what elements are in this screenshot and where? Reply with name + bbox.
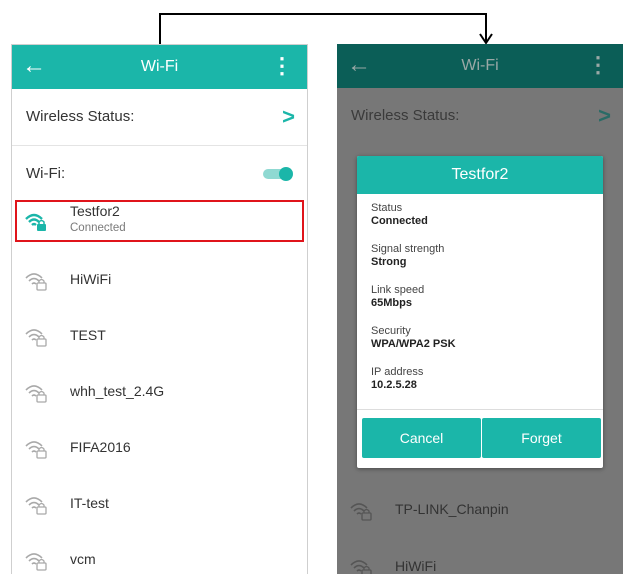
signal-info: Signal strength Strong: [371, 243, 444, 269]
wifi-locked-icon: [25, 385, 47, 403]
wifi-locked-icon: [25, 497, 47, 515]
selected-network-highlight: [15, 200, 304, 242]
network-item-whh-test[interactable]: whh_test_2.4G: [12, 363, 307, 419]
network-name: whh_test_2.4G: [70, 383, 165, 399]
status-value: Connected: [371, 215, 428, 227]
right-phone-screen: ← Wi-Fi ⋮ Wireless Status: > Testfor2 St…: [337, 44, 623, 574]
network-item-vcm[interactable]: vcm: [12, 531, 307, 574]
network-name: vcm: [70, 551, 96, 567]
signal-value: Strong: [371, 256, 407, 268]
security-value: WPA/WPA2 PSK: [371, 338, 456, 350]
app-bar: ← Wi-Fi ⋮: [337, 44, 623, 88]
ip-label: IP address: [371, 366, 424, 378]
status-label: Status: [371, 202, 403, 214]
page-title: Wi-Fi: [140, 58, 179, 75]
speed-value: 65Mbps: [371, 297, 412, 309]
forget-button[interactable]: Forget: [482, 418, 601, 458]
cancel-button[interactable]: Cancel: [362, 418, 481, 458]
security-label: Security: [371, 325, 411, 337]
status-info: Status Connected: [371, 202, 428, 228]
wifi-locked-icon: [350, 503, 372, 521]
network-item-hiwifi[interactable]: HiWiFi: [12, 251, 307, 307]
security-info: Security WPA/WPA2 PSK: [371, 325, 456, 351]
wifi-toggle-switch[interactable]: [263, 167, 293, 181]
wifi-locked-icon: [25, 273, 47, 291]
wifi-locked-icon: [350, 560, 372, 574]
page-title: Wi-Fi: [461, 57, 499, 74]
network-details-dialog: Testfor2 Status Connected Signal strengt…: [357, 156, 603, 468]
network-item-test[interactable]: TEST: [12, 307, 307, 363]
ip-value: 10.2.5.28: [371, 379, 417, 391]
more-menu-icon: ⋮: [587, 52, 609, 77]
wireless-status-label: Wireless Status:: [351, 107, 460, 124]
speed-label: Link speed: [371, 284, 425, 296]
wifi-locked-icon: [25, 329, 47, 347]
chevron-right-icon: >: [282, 104, 295, 129]
divider: [357, 409, 603, 410]
wireless-status-row[interactable]: Wireless Status: >: [12, 89, 307, 146]
wifi-locked-icon: [25, 441, 47, 459]
network-item-it-test[interactable]: IT-test: [12, 475, 307, 531]
wireless-status-row: Wireless Status: >: [337, 88, 623, 144]
network-item-tp-link: TP-LINK_Chanpin: [337, 481, 623, 537]
chevron-right-icon: >: [598, 103, 611, 128]
app-bar: ← Wi-Fi ⋮: [12, 45, 307, 89]
wifi-locked-icon: [25, 553, 47, 571]
network-name: FIFA2016: [70, 439, 131, 455]
network-name: TEST: [70, 327, 106, 343]
network-name: TP-LINK_Chanpin: [395, 501, 509, 517]
wireless-status-label: Wireless Status:: [26, 108, 135, 125]
network-name: HiWiFi: [395, 558, 437, 574]
network-name: HiWiFi: [70, 271, 112, 287]
network-name: IT-test: [70, 495, 109, 511]
more-menu-icon[interactable]: ⋮: [271, 51, 293, 81]
speed-info: Link speed 65Mbps: [371, 284, 424, 310]
dialog-title: Testfor2: [357, 156, 603, 194]
network-item-fifa2016[interactable]: FIFA2016: [12, 419, 307, 475]
network-item-hiwifi: HiWiFi: [337, 538, 623, 574]
left-phone-screen: ← Wi-Fi ⋮ Wireless Status: > Wi-Fi: Test…: [11, 44, 308, 574]
ip-info: IP address 10.2.5.28: [371, 366, 423, 392]
signal-label: Signal strength: [371, 243, 445, 255]
